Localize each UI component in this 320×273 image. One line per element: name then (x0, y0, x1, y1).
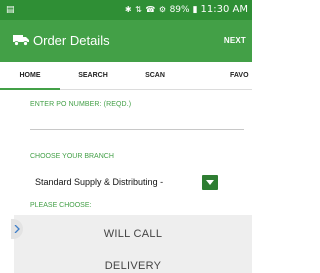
branch-dropdown-button[interactable] (202, 175, 218, 190)
option-delivery[interactable]: DELIVERY (14, 260, 252, 272)
clock: 11:30 AM (200, 4, 248, 15)
tab-scan[interactable]: SCAN (126, 62, 184, 90)
battery-label: 89% (169, 4, 190, 15)
tab-search[interactable]: SEARCH (60, 62, 126, 90)
notification-icon: ▤ (6, 5, 15, 15)
tab-favorites[interactable]: FAVO (230, 62, 260, 90)
po-number-label: ENTER PO NUMBER: (REQD.) (30, 101, 132, 108)
app-bar: Order Details NEXT (0, 20, 252, 62)
option-will-call[interactable]: WILL CALL (14, 228, 252, 240)
system-icons: ✱ ⇅ ☎ ⚙ (124, 5, 167, 14)
status-icons: ✱ ⇅ ☎ ⚙ 89% ▮ 11:30 AM (125, 4, 248, 15)
tab-bar: HOME SEARCH SCAN FAVO (0, 62, 252, 90)
branch-label: CHOOSE YOUR BRANCH (30, 153, 114, 160)
choose-label: PLEASE CHOOSE: (30, 202, 92, 209)
po-number-input[interactable] (30, 114, 244, 130)
truck-icon (13, 35, 29, 46)
page-title: Order Details (33, 33, 110, 48)
branch-select[interactable]: Standard Supply & Distributing - (35, 177, 163, 187)
chevron-down-icon (206, 180, 214, 185)
delivery-options: WILL CALL DELIVERY (14, 215, 252, 273)
tab-home[interactable]: HOME (0, 62, 60, 90)
next-button[interactable]: NEXT (224, 36, 246, 45)
status-bar: ▤ ✱ ⇅ ☎ ⚙ 89% ▮ 11:30 AM (0, 0, 252, 20)
chevron-right-icon (14, 225, 20, 233)
battery-icon: ▮ (192, 4, 198, 15)
